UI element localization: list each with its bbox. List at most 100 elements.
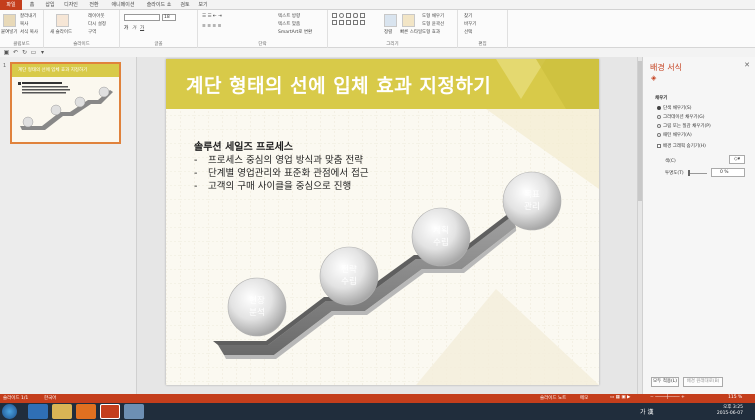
italic-button[interactable]: 가 [132,25,136,31]
zoom-slider[interactable]: − ────┼──── + [650,395,685,400]
arrange-icon[interactable] [384,14,397,27]
font-name-field[interactable] [124,14,160,21]
align-text-button[interactable]: 텍스트 맞춤 [278,21,300,27]
font-size-field[interactable]: 18 [162,14,176,21]
text-direction-button[interactable]: 텍스트 방향 [278,13,300,19]
shape-triangle-icon[interactable] [332,20,337,25]
radio-icon[interactable] [657,105,661,110]
powerpoint-icon[interactable] [100,404,120,419]
layout-button[interactable]: 레이아웃 [88,13,105,19]
shape-line-icon[interactable] [346,13,351,18]
fill-section-header[interactable]: 채우기 [655,95,667,101]
radio-icon[interactable] [657,114,661,119]
copy-button[interactable]: 복사 [20,21,28,27]
section-button[interactable]: 구역 [88,29,96,35]
undo-icon[interactable]: ↶ [12,49,19,56]
tab-view[interactable]: 보기 [196,1,210,10]
start-button-icon[interactable] [2,404,17,419]
explorer-icon[interactable] [52,404,72,419]
bullets-icon[interactable]: ☰ ☰ ⇤ ⇥ [202,14,222,19]
color-picker-button[interactable]: ◇▾ [729,155,745,164]
ime-indicator[interactable]: 가 漢 [640,407,653,416]
group-label-clipboard: 클립보드 [13,42,30,47]
zoom-level[interactable]: 115 % [728,395,742,400]
shape-callout-icon[interactable] [346,20,351,25]
tab-transitions[interactable]: 전환 [86,1,102,10]
tab-insert[interactable]: 삽입 [42,1,58,10]
shape-outline-button[interactable]: 도형 윤곽선 [422,21,444,27]
slide-thumbnails-pane: 1 계단 형태의 선에 입체 효과 지정하기 [0,57,137,394]
slide[interactable]: 계단 형태의 선에 입체 효과 지정하기 솔루션 세일즈 프로세스 - 프로세스 … [166,59,599,385]
option-gradient-fill[interactable]: 그라데이션 채우기(G) [657,114,705,120]
option-picture-fill[interactable]: 그림 또는 질감 채우기(P) [657,123,711,129]
redo-icon[interactable]: ↻ [21,49,28,56]
language-indicator[interactable]: 한국어 [44,395,56,401]
step-label-line: 계획 [433,226,449,236]
replace-button[interactable]: 바꾸기 [464,21,476,27]
radio-icon[interactable] [657,132,661,137]
bold-button[interactable]: 가 [124,25,128,31]
app-icon[interactable] [124,404,144,419]
shape-brace-icon[interactable] [353,20,358,25]
select-button[interactable]: 선택 [464,29,472,35]
shape-arrow-icon[interactable] [360,13,365,18]
transparency-label: 투명도(T) [665,171,684,176]
shape-star-icon[interactable] [339,20,344,25]
system-clock[interactable]: 오후 3:25 2015-06-07 [717,405,743,417]
fill-icon[interactable]: ◈ [651,74,659,82]
shape-rect-icon[interactable] [332,13,337,18]
quick-styles-button[interactable]: 빠른 스타일 [400,29,422,35]
browser-icon[interactable] [28,404,48,419]
view-icons[interactable]: ▭ ▦ ▣ ▶ [610,395,631,400]
transparency-slider[interactable] [689,173,707,174]
slide-body-text[interactable]: 솔루션 세일즈 프로세스 - 프로세스 중심의 영업 방식과 맞춤 전략 - 단계별… [194,141,494,193]
checkbox-icon[interactable] [657,143,661,148]
quick-styles-icon[interactable] [402,14,415,27]
slide-thumbnail[interactable]: 계단 형태의 선에 입체 효과 지정하기 [10,62,121,144]
save-icon[interactable]: ▣ [3,49,10,56]
cut-button[interactable]: 잘라내기 [20,13,37,19]
option-solid-fill[interactable]: 단색 채우기(S) [657,105,692,111]
tab-slideshow[interactable]: 슬라이드 쇼 [144,1,174,10]
tab-home[interactable]: 홈 [24,1,40,10]
radio-icon[interactable] [657,123,661,128]
tab-file[interactable]: 파일 [0,0,22,10]
transparency-slider-handle[interactable] [688,170,690,176]
step-label-2: 전략 수립 [329,264,369,288]
hide-background-graphics[interactable]: 배경 그래픽 숨기기(H) [657,143,706,149]
presenter-icon[interactable]: ▭ [30,49,37,56]
align-icons[interactable]: ≡ ≡ ≡ ≡ [202,24,221,29]
apply-to-all-button[interactable]: 모두 적용(L) [651,377,679,387]
tab-review[interactable]: 검토 [178,1,192,10]
find-button[interactable]: 찾기 [464,13,472,19]
shape-more-icon[interactable] [360,20,365,25]
option-label: 그림 또는 질감 채우기(P) [663,124,711,129]
reset-button[interactable]: 다시 설정 [88,21,106,27]
new-slide-button[interactable]: 새 슬라이드 [50,29,72,35]
arrange-button[interactable]: 정렬 [384,29,392,35]
close-icon[interactable]: ✕ [744,61,750,69]
group-drawing: 정렬 빠른 스타일 도형 채우기 도형 윤곽선 도형 효과 그리기 [328,10,458,48]
shape-effects-button[interactable]: 도형 효과 [422,29,440,35]
media-player-icon[interactable] [76,404,96,419]
notes-button[interactable]: 슬라이드 노트 [540,395,566,401]
option-pattern-fill[interactable]: 패턴 채우기(A) [657,132,692,138]
slide-title[interactable]: 계단 형태의 선에 입체 효과 지정하기 [186,71,491,98]
reset-background-button[interactable]: 배경 원래대로(B) [683,377,723,387]
customize-icon[interactable]: ▾ [39,49,46,56]
paste-icon[interactable] [3,14,16,27]
underline-button[interactable]: 가 [140,25,144,31]
format-painter-button[interactable]: 서식 복사 [20,29,38,35]
smartart-button[interactable]: SmartArt로 변환 [278,29,312,35]
tab-design[interactable]: 디자인 [60,1,82,10]
comments-button[interactable]: 메모 [580,395,588,401]
shape-fill-button[interactable]: 도형 채우기 [422,13,444,19]
shape-rounded-icon[interactable] [353,13,358,18]
bullet-text: 고객의 구매 사이클을 중심으로 진행 [208,181,352,192]
tab-animations[interactable]: 애니메이션 [106,1,140,10]
shape-oval-icon[interactable] [339,13,344,18]
new-slide-icon[interactable] [56,14,69,27]
bullet-marker: - [194,168,198,179]
transparency-field[interactable]: 0 % [711,168,745,177]
paste-button[interactable]: 붙여넣기 [1,29,18,35]
